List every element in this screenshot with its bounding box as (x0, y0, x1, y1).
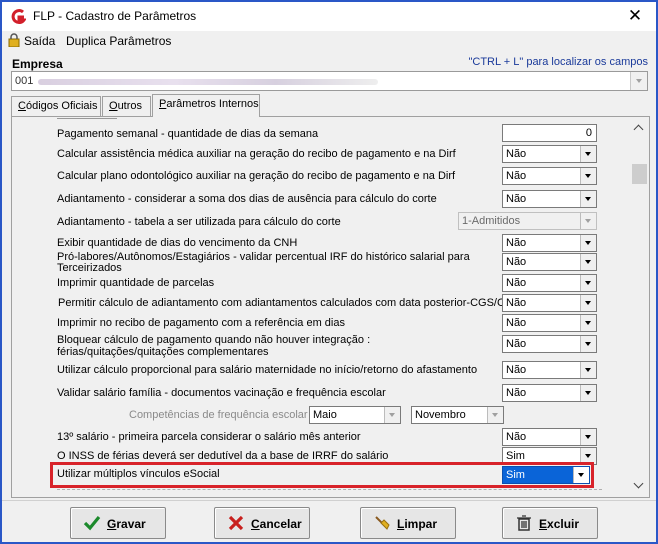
vertical-scrollbar[interactable] (631, 120, 648, 494)
row-label: 13º salário - primeira parcela considera… (57, 431, 361, 443)
multiplos-vinculos-select[interactable]: Sim (502, 466, 590, 484)
decimo-terceiro-select[interactable]: Não (502, 428, 597, 446)
empresa-code: 001 (15, 75, 34, 87)
lock-icon (8, 33, 20, 47)
parameters-list[interactable]: Pagamento semanal - quantidade de dias d… (12, 117, 629, 495)
action-bar: Gravar Cancelar Limpar Excluir (2, 500, 656, 542)
chevron-down-icon (585, 454, 591, 458)
chevron-down-icon (585, 368, 591, 372)
x-icon (228, 515, 244, 531)
broom-icon (375, 516, 390, 530)
row-label: O INSS de férias deverá ser dedutível da… (57, 450, 389, 462)
scroll-thumb[interactable] (632, 164, 647, 184)
limpar-button[interactable]: Limpar (360, 507, 456, 539)
chevron-down-icon (585, 321, 591, 325)
row-label: Permitir cálculo de adiantamento com adi… (58, 297, 519, 309)
window-title: FLP - Cadastro de Parâmetros (33, 9, 197, 23)
menu-item-duplica-parametros[interactable]: Duplica Parâmetros (66, 34, 171, 48)
competencia-inicio-select[interactable]: Maio (309, 406, 401, 424)
chevron-down-icon (492, 413, 498, 417)
gravar-button[interactable]: Gravar (70, 507, 166, 539)
chevron-down-icon (585, 281, 591, 285)
search-hint: "CTRL + L" para localizar os campos (468, 56, 648, 68)
row-label: Competências de frequência escolar (129, 409, 308, 421)
chevron-down-icon (585, 391, 591, 395)
scroll-down-icon[interactable] (631, 477, 648, 494)
menu-bar: Saída Duplica Parâmetros (2, 31, 656, 51)
competencia-fim-select[interactable]: Novembro (411, 406, 504, 424)
cnh-vencimento-select[interactable]: Não (502, 234, 597, 252)
cut-off-row (57, 489, 602, 495)
row-label: Imprimir no recibo de pagamento com a re… (57, 317, 345, 329)
tab-codigos-oficiais[interactable]: Códigos Oficiais (11, 96, 101, 116)
row-label: Imprimir quantidade de parcelas (57, 277, 215, 289)
row-label-continued: férias/quitações/quitações complementare… (57, 346, 269, 358)
row-label: Bloquear cálculo de pagamento quando não… (57, 334, 371, 346)
chevron-down-icon (585, 241, 591, 245)
row-label: Exibir quantidade de dias do vencimento … (57, 237, 298, 249)
row-label: Adiantamento - tabela a ser utilizada pa… (57, 216, 341, 228)
dias-semana-input[interactable]: 0 (502, 124, 597, 142)
quantidade-parcelas-select[interactable]: Não (502, 274, 597, 292)
empresa-select[interactable]: 001 (11, 71, 648, 91)
excluir-button[interactable]: Excluir (502, 507, 598, 539)
chevron-down-icon (585, 174, 591, 178)
row-label: Calcular plano odontológico auxiliar na … (57, 170, 456, 182)
referencia-dias-select[interactable]: Não (502, 314, 597, 332)
chevron-down-icon (585, 152, 591, 156)
check-icon (83, 515, 101, 531)
menu-item-saida[interactable]: Saída (24, 34, 55, 48)
scroll-up-icon[interactable] (631, 120, 648, 137)
row-label: Utilizar múltiplos vínculos eSocial (57, 468, 220, 480)
chevron-down-icon (585, 435, 591, 439)
row-label-continued: Terceirizados (57, 262, 122, 274)
adiantamento-posterior-select[interactable]: Não (502, 294, 597, 312)
title-bar: FLP - Cadastro de Parâmetros ✕ (2, 2, 656, 31)
chevron-down-icon (636, 79, 642, 83)
bloquear-calculo-select[interactable]: Não (502, 335, 597, 353)
chevron-down-icon (585, 342, 591, 346)
adiantamento-tabela-select: 1-Admitidos (458, 212, 597, 230)
chevron-down-icon (585, 219, 591, 223)
row-label: Calcular assistência médica auxiliar na … (57, 148, 456, 160)
main-window: FLP - Cadastro de Parâmetros ✕ Saída Dup… (0, 0, 658, 544)
chevron-down-icon (585, 260, 591, 264)
tab-parametros-internos[interactable]: Parâmetros Internos (152, 94, 260, 117)
cut-off-row (57, 117, 117, 119)
row-label: Utilizar cálculo proporcional para salár… (57, 364, 478, 376)
cancelar-button[interactable]: Cancelar (214, 507, 310, 539)
empresa-name-redacted (38, 79, 378, 85)
plano-odontologico-select[interactable]: Não (502, 167, 597, 185)
pro-labores-select[interactable]: Não (502, 253, 597, 271)
chevron-down-icon (389, 413, 395, 417)
app-logo-icon (11, 9, 26, 25)
empresa-label: Empresa (12, 57, 63, 71)
close-button[interactable]: ✕ (620, 4, 650, 28)
assistencia-medica-select[interactable]: Não (502, 145, 597, 163)
row-label: Adiantamento - considerar a soma dos dia… (57, 193, 437, 205)
chevron-down-icon (578, 473, 584, 477)
empresa-dropdown-button[interactable] (630, 72, 647, 90)
parametros-internos-panel: Pagamento semanal - quantidade de dias d… (11, 116, 650, 498)
row-label: Pagamento semanal - quantidade de dias d… (57, 128, 319, 140)
salario-maternidade-select[interactable]: Não (502, 361, 597, 379)
chevron-down-icon (585, 197, 591, 201)
salario-familia-select[interactable]: Não (502, 384, 597, 402)
trash-icon (517, 515, 531, 531)
tab-outros[interactable]: Outros (102, 96, 151, 116)
chevron-down-icon (585, 301, 591, 305)
row-label: Validar salário família - documentos vac… (57, 387, 386, 399)
adiantamento-soma-select[interactable]: Não (502, 190, 597, 208)
